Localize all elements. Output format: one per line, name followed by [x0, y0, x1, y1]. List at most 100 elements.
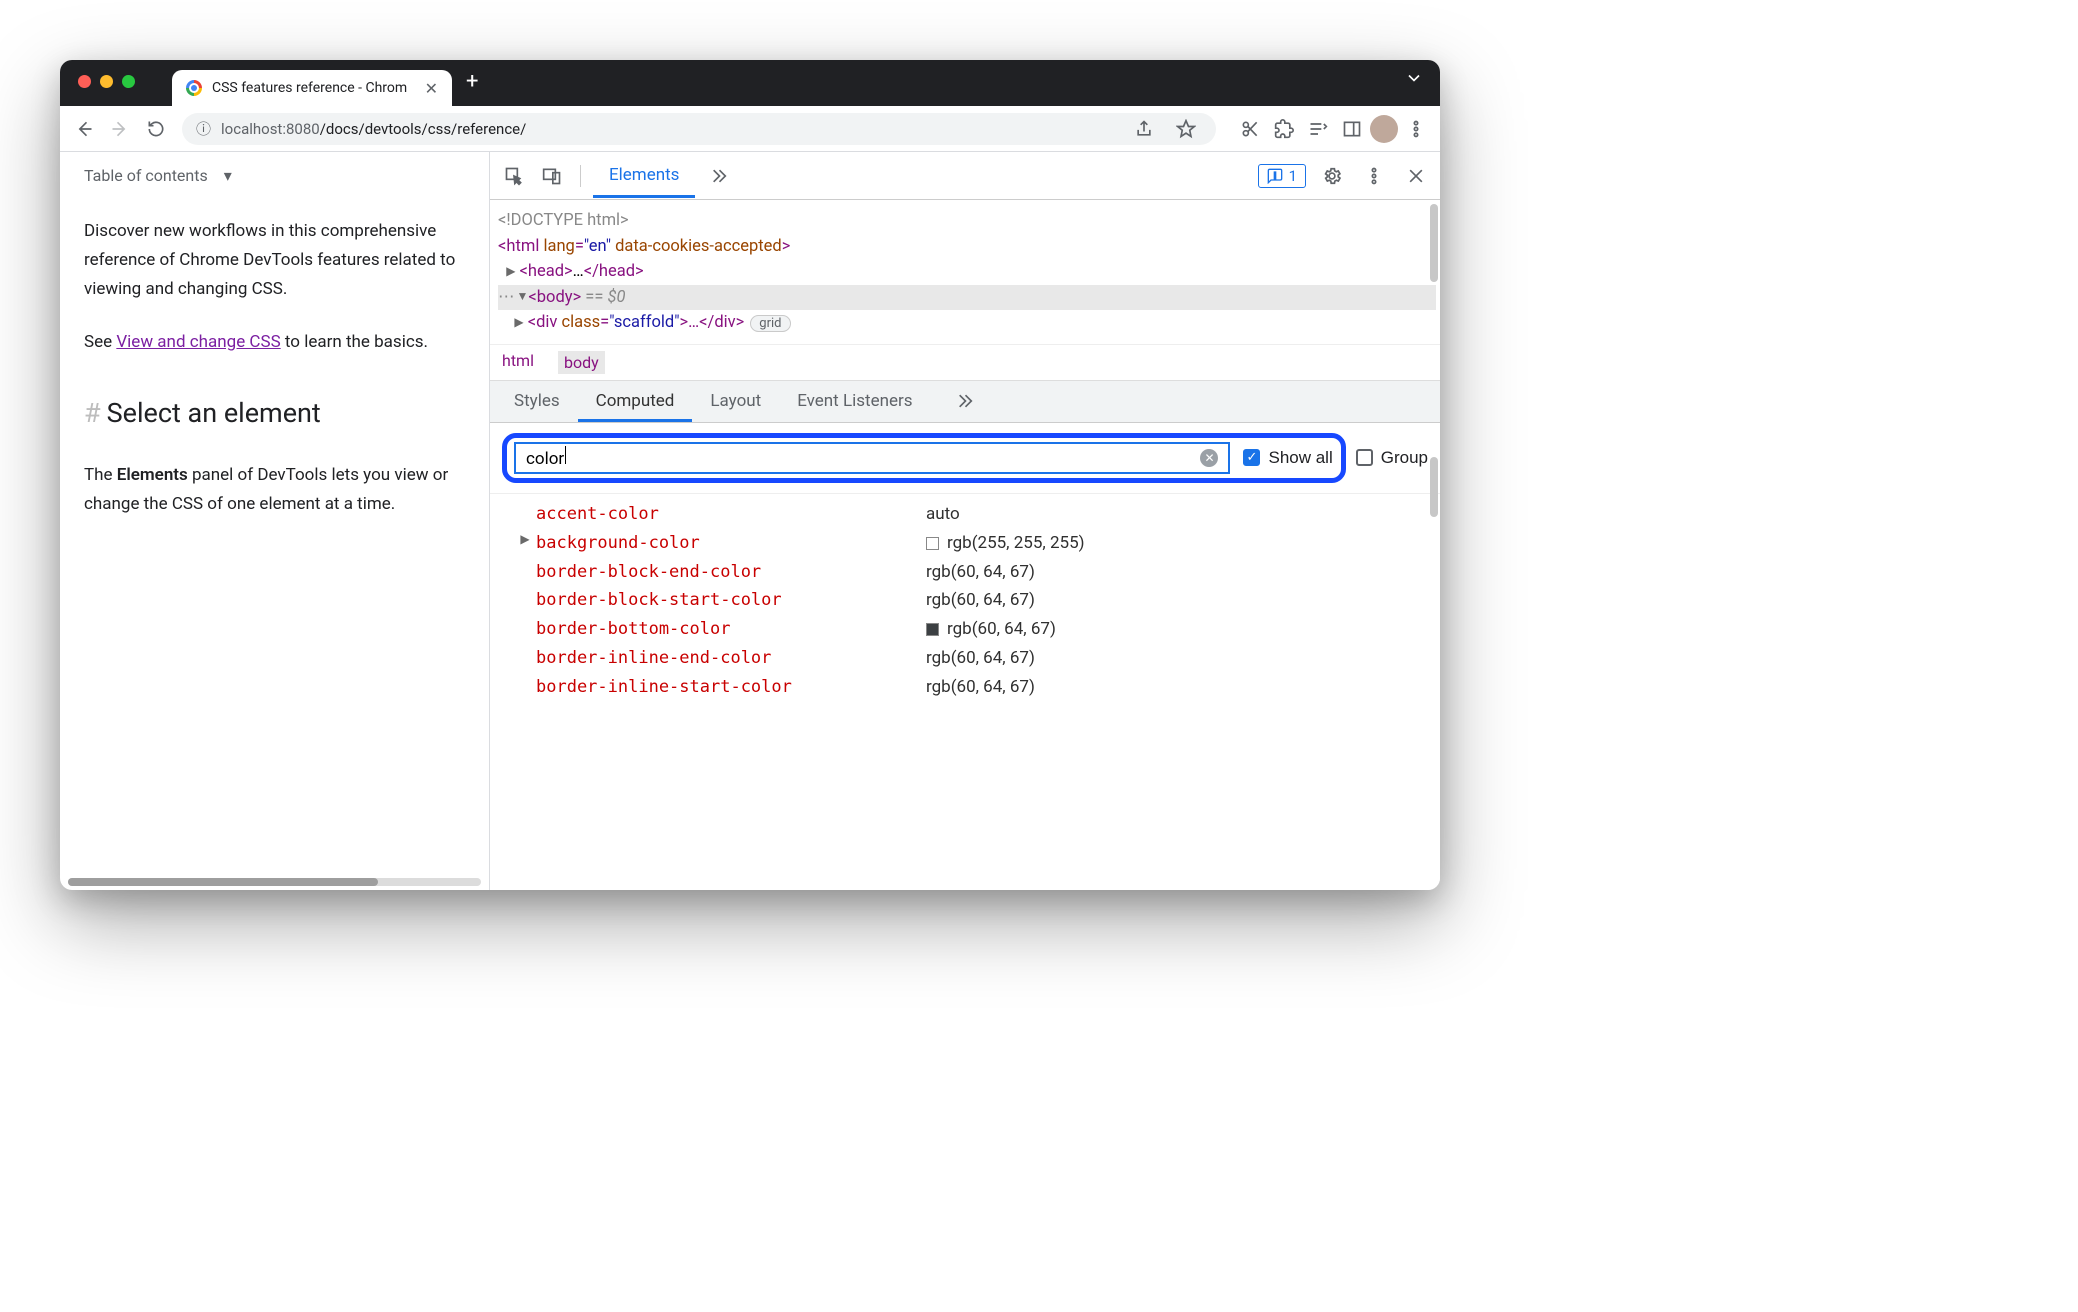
checkbox-icon[interactable] — [1356, 449, 1373, 466]
expand-arrow-icon[interactable] — [514, 500, 536, 529]
computed-property-row[interactable]: border-block-end-colorrgb(60, 64, 67) — [514, 558, 1432, 587]
profile-avatar[interactable] — [1370, 115, 1398, 143]
issues-button[interactable]: 1 — [1258, 164, 1306, 188]
show-all-checkbox[interactable]: ✓ Show all — [1243, 448, 1332, 468]
expand-arrow-icon[interactable] — [514, 615, 536, 644]
tab-layout[interactable]: Layout — [692, 381, 779, 421]
filter-value: color — [526, 449, 564, 469]
tab-strip: CSS features reference - Chrom ✕ + — [60, 60, 1440, 106]
computed-property-row[interactable]: accent-colorauto — [514, 500, 1432, 529]
page-viewport: Table of contents ▾ Discover new workflo… — [60, 152, 490, 890]
filter-input[interactable]: color ✕ — [515, 443, 1229, 473]
side-tabs-overflow-icon[interactable] — [947, 385, 979, 417]
computed-property-row[interactable]: border-bottom-colorrgb(60, 64, 67) — [514, 615, 1432, 644]
tab-event-listeners[interactable]: Event Listeners — [779, 381, 930, 421]
breadcrumb-html[interactable]: html — [502, 351, 534, 374]
property-name: border-inline-end-color — [536, 644, 926, 673]
see-paragraph: See View and change CSS to learn the bas… — [84, 328, 465, 357]
computed-scrollbar[interactable] — [1430, 457, 1438, 517]
dom-head[interactable]: ▶ <head>…</head> — [498, 259, 1436, 285]
site-info-icon[interactable]: ⓘ — [196, 118, 211, 139]
filter-highlight: color ✕ ✓ Show all — [502, 433, 1346, 483]
browser-toolbar: ⓘ localhost:8080/docs/devtools/css/refer… — [60, 106, 1440, 152]
new-tab-button[interactable]: + — [452, 69, 492, 94]
expand-arrow-icon[interactable]: ▶ — [514, 529, 536, 558]
anchor-hash-icon[interactable]: # — [84, 391, 101, 437]
tabs-overflow-icon[interactable] — [701, 160, 733, 192]
breadcrumb-body[interactable]: body — [558, 351, 605, 374]
reload-button[interactable] — [140, 113, 172, 145]
property-value: rgb(60, 64, 67) — [926, 558, 1035, 587]
property-value: rgb(255, 255, 255) — [926, 529, 1085, 558]
reading-list-icon[interactable] — [1302, 113, 1334, 145]
dom-doctype[interactable]: <!DOCTYPE html> — [498, 208, 1436, 234]
property-value: auto — [926, 500, 960, 529]
property-name: background-color — [536, 529, 926, 558]
settings-gear-icon[interactable] — [1316, 160, 1348, 192]
computed-property-row[interactable]: border-inline-end-colorrgb(60, 64, 67) — [514, 644, 1432, 673]
dom-scrollbar[interactable] — [1430, 204, 1438, 334]
computed-property-row[interactable]: ▶background-colorrgb(255, 255, 255) — [514, 529, 1432, 558]
share-icon[interactable] — [1128, 113, 1160, 145]
expand-arrow-icon[interactable]: ▶ — [514, 313, 523, 332]
collapse-arrow-icon[interactable]: ▼ — [517, 287, 529, 306]
grid-badge[interactable]: grid — [750, 315, 790, 332]
minimize-window[interactable] — [100, 75, 113, 88]
dom-tree[interactable]: <!DOCTYPE html> <html lang="en" data-coo… — [490, 200, 1440, 344]
close-window[interactable] — [78, 75, 91, 88]
intro-paragraph: Discover new workflows in this comprehen… — [84, 217, 465, 304]
dom-html[interactable]: <html lang="en" data-cookies-accepted> — [498, 234, 1436, 260]
extensions-icon[interactable] — [1268, 113, 1300, 145]
tab-overflow-icon[interactable] — [1404, 68, 1424, 92]
close-devtools-icon[interactable] — [1400, 160, 1432, 192]
side-panel-icon[interactable] — [1336, 113, 1368, 145]
tab-computed[interactable]: Computed — [578, 381, 693, 422]
property-value: rgb(60, 64, 67) — [926, 586, 1035, 615]
table-of-contents-toggle[interactable]: Table of contents ▾ — [84, 162, 465, 189]
computed-toolbar: color ✕ ✓ Show all Group — [490, 423, 1440, 494]
device-toolbar-icon[interactable] — [536, 160, 568, 192]
select-element-heading: #Select an element — [84, 391, 465, 437]
property-value: rgb(60, 64, 67) — [926, 673, 1035, 702]
inspect-element-icon[interactable] — [498, 160, 530, 192]
maximize-window[interactable] — [122, 75, 135, 88]
bookmark-icon[interactable] — [1170, 113, 1202, 145]
ellipsis-icon[interactable]: ⋯ — [498, 285, 517, 311]
address-bar[interactable]: ⓘ localhost:8080/docs/devtools/css/refer… — [182, 113, 1216, 145]
browser-window: CSS features reference - Chrom ✕ + ⓘ loc… — [60, 60, 1440, 890]
horizontal-scrollbar[interactable] — [68, 878, 481, 886]
tab-elements[interactable]: Elements — [593, 153, 695, 198]
scissors-icon[interactable] — [1234, 113, 1266, 145]
browser-tab[interactable]: CSS features reference - Chrom ✕ — [172, 70, 452, 106]
computed-properties: accent-colorauto▶background-colorrgb(255… — [490, 494, 1440, 702]
checkbox-icon[interactable]: ✓ — [1243, 449, 1260, 466]
clear-filter-icon[interactable]: ✕ — [1200, 449, 1218, 467]
color-swatch[interactable] — [926, 537, 939, 550]
chrome-menu-icon[interactable] — [1400, 113, 1432, 145]
expand-arrow-icon[interactable] — [514, 586, 536, 615]
dom-div[interactable]: ▶ <div class="scaffold">…</div>grid — [498, 310, 1436, 336]
view-change-css-link[interactable]: View and change CSS — [116, 332, 280, 352]
property-value: rgb(60, 64, 67) — [926, 644, 1035, 673]
back-button[interactable] — [68, 113, 100, 145]
expand-arrow-icon[interactable] — [514, 673, 536, 702]
tab-styles[interactable]: Styles — [496, 381, 578, 421]
devtools-tab-bar: Elements 1 — [490, 152, 1440, 200]
chevron-down-icon: ▾ — [224, 162, 232, 189]
color-swatch[interactable] — [926, 623, 939, 636]
computed-property-row[interactable]: border-inline-start-colorrgb(60, 64, 67) — [514, 673, 1432, 702]
expand-arrow-icon[interactable] — [514, 644, 536, 673]
computed-property-row[interactable]: border-block-start-colorrgb(60, 64, 67) — [514, 586, 1432, 615]
expand-arrow-icon[interactable]: ▶ — [506, 262, 515, 281]
group-checkbox[interactable]: Group — [1356, 448, 1428, 468]
dom-breadcrumb: html body — [490, 344, 1440, 381]
devtools-menu-icon[interactable] — [1358, 160, 1390, 192]
dom-body-selected[interactable]: ⋯ ▼ <body> == $0 — [498, 285, 1436, 311]
tab-title: CSS features reference - Chrom — [212, 80, 415, 96]
close-tab-icon[interactable]: ✕ — [425, 79, 438, 98]
expand-arrow-icon[interactable] — [514, 558, 536, 587]
window-controls — [78, 75, 135, 88]
body-paragraph: The Elements panel of DevTools lets you … — [84, 461, 465, 519]
property-name: border-block-start-color — [536, 586, 926, 615]
forward-button[interactable] — [104, 113, 136, 145]
